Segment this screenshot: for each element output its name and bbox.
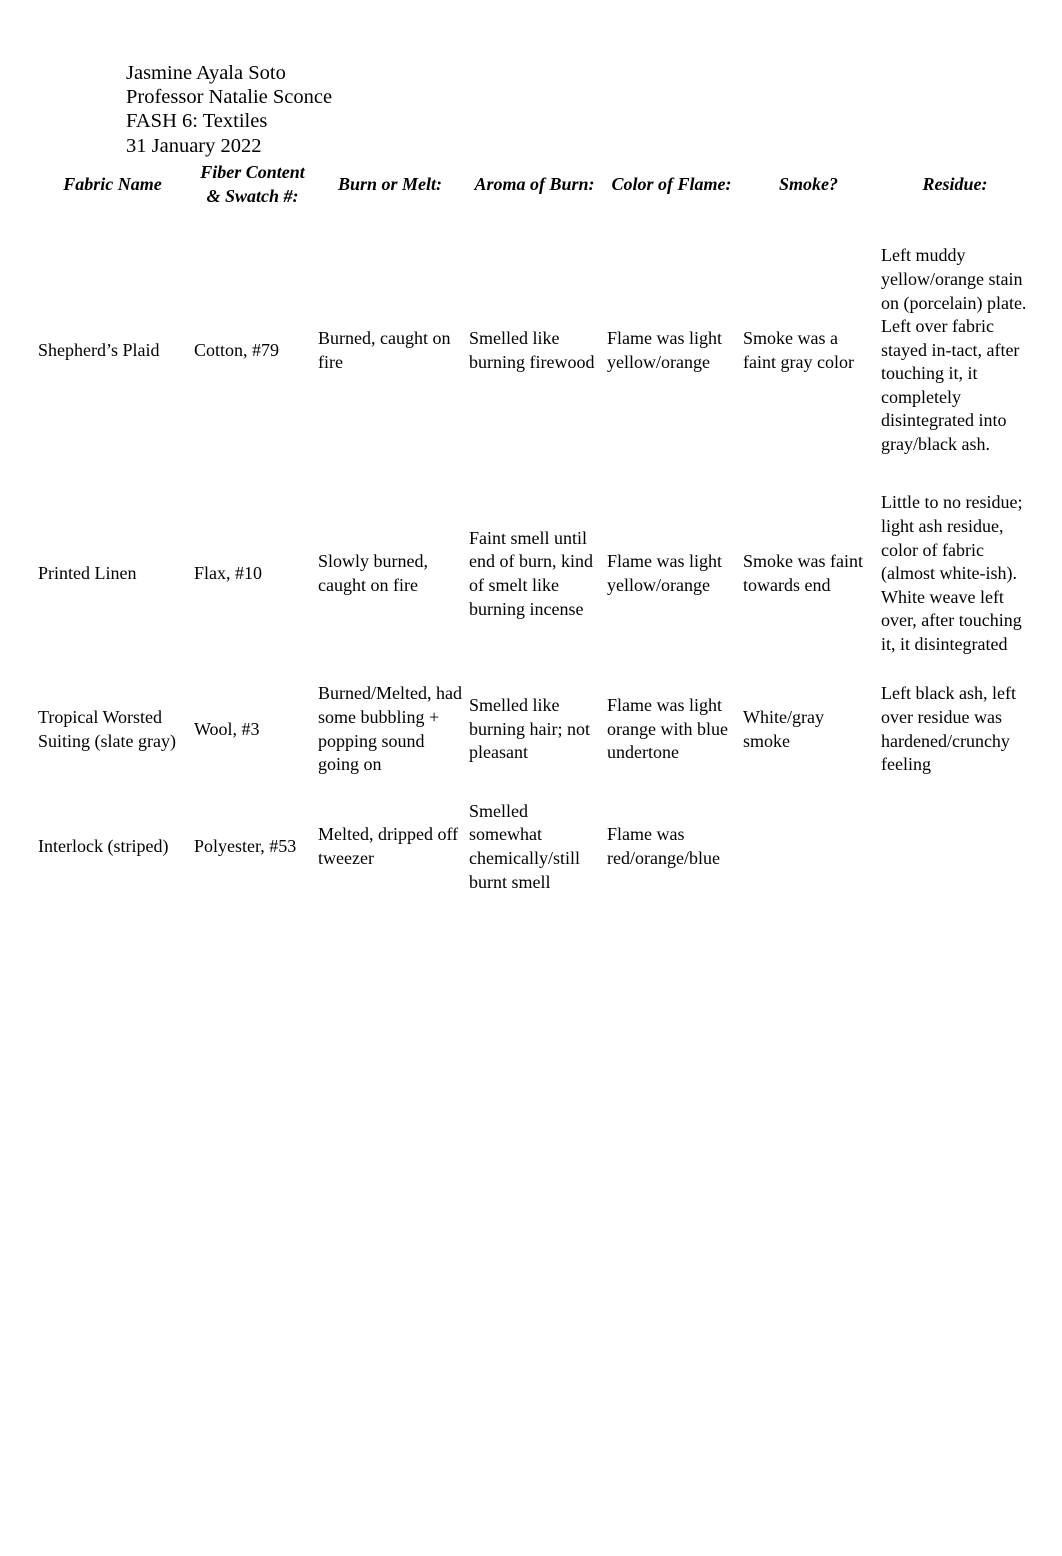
table-row: Shepherd’s Plaid Cotton, #79 Burned, cau…: [33, 210, 1031, 471]
document-header: Jasmine Ayala Soto Professor Natalie Sco…: [126, 61, 332, 158]
column-header-aroma: Aroma of Burn:: [474, 174, 595, 195]
column-header-residue: Residue:: [922, 174, 988, 195]
cell-burn-or-melt: Burned, caught on fire: [318, 327, 451, 372]
cell-fiber-swatch: Wool, #3: [194, 718, 260, 739]
cell-smoke: Smoke was faint towards end: [743, 551, 863, 595]
cell-burn-or-melt: Burned/Melted, had some bubbling + poppi…: [318, 683, 462, 775]
cell-flame-color: Flame was red/orange/blue: [607, 824, 720, 868]
spacer-cell: [33, 667, 1031, 677]
course-name: FASH 6: Textiles: [126, 110, 268, 133]
cell-residue: [876, 792, 1031, 902]
document-date: 31 January 2022: [126, 134, 262, 157]
cell-fabric-name: Tropical Worsted Suiting (slate gray): [38, 706, 176, 751]
column-header-fiber-content: Fiber Content & Swatch #:: [189, 160, 313, 210]
row-spacer: [33, 667, 1031, 677]
cell-smoke: Smoke was a faint gray color: [743, 327, 854, 372]
column-header-fiber-line1: Fiber Content: [200, 162, 305, 183]
table-header-row: Fabric Name Fiber Content & Swatch #: Bu…: [33, 160, 1031, 210]
cell-residue: Left muddy yellow/orange stain on (porce…: [881, 245, 1027, 455]
cell-fabric-name: Printed Linen: [38, 563, 137, 584]
cell-aroma: Smelled like burning hair; not pleasant: [469, 695, 590, 763]
cell-flame-color: Flame was light orange with blue underto…: [607, 695, 728, 763]
cell-fabric-name: Shepherd’s Plaid: [38, 339, 160, 360]
cell-fabric-name: Interlock (striped): [38, 836, 169, 857]
row-spacer: [33, 471, 1031, 481]
cell-fiber-swatch: Polyester, #53: [194, 836, 297, 857]
cell-smoke: White/gray smoke: [743, 706, 824, 751]
column-header-fabric-name: Fabric Name: [63, 174, 162, 195]
cell-fiber-swatch: Flax, #10: [194, 563, 263, 584]
table-row: Tropical Worsted Suiting (slate gray) Wo…: [33, 677, 1031, 782]
cell-aroma: Faint smell until end of burn, kind of s…: [469, 527, 593, 619]
row-spacer: [33, 782, 1031, 792]
spacer-cell: [33, 471, 1031, 481]
column-header-flame-color: Color of Flame:: [611, 174, 732, 195]
spacer-cell: [33, 782, 1031, 792]
cell-residue: Left black ash, left over residue was ha…: [881, 683, 1016, 775]
student-name: Jasmine Ayala Soto: [126, 62, 286, 84]
document-page: Jasmine Ayala Soto Professor Natalie Sco…: [0, 0, 1062, 1556]
cell-residue: Little to no residue; light ash residue,…: [881, 492, 1023, 654]
cell-aroma: Smelled like burning firewood: [469, 327, 595, 372]
cell-aroma: Smelled somewhat chemically/still burnt …: [469, 800, 580, 892]
table-row: Printed Linen Flax, #10 Slowly burned, c…: [33, 481, 1031, 667]
cell-smoke: [738, 792, 876, 902]
column-header-burn-or-melt: Burn or Melt:: [337, 174, 443, 195]
column-header-fiber-line2: & Swatch #:: [206, 186, 299, 206]
professor-name: Professor Natalie Sconce: [126, 86, 333, 109]
column-header-smoke: Smoke?: [778, 174, 838, 195]
cell-burn-or-melt: Melted, dripped off tweezer: [318, 824, 459, 868]
cell-fiber-swatch: Cotton, #79: [194, 339, 280, 360]
cell-flame-color: Flame was light yellow/orange: [607, 551, 722, 595]
cell-flame-color: Flame was light yellow/orange: [607, 327, 722, 372]
table-row: Interlock (striped) Polyester, #53 Melte…: [33, 792, 1031, 902]
cell-burn-or-melt: Slowly burned, caught on fire: [318, 551, 428, 595]
burn-test-table: Fabric Name Fiber Content & Swatch #: Bu…: [33, 160, 1031, 902]
